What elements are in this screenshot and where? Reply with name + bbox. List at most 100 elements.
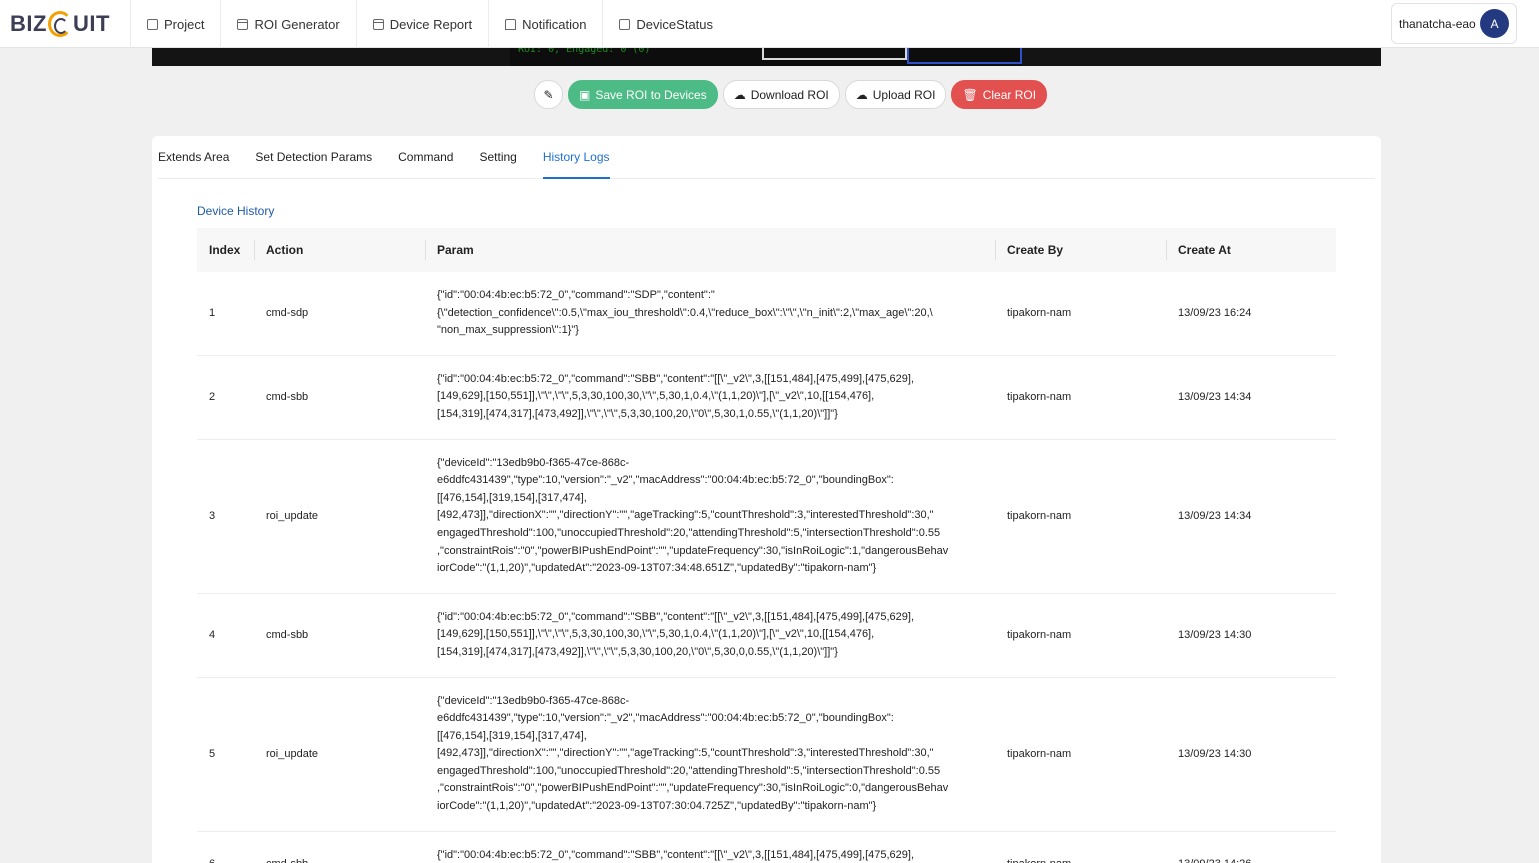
logo-text-suffix: UIT (72, 11, 110, 36)
roi-actions: ✎ ▣ Save ROI to Devices ☁ Download ROI ☁ Up… (534, 80, 1048, 109)
cell-create-by: tipakorn-nam (995, 677, 1166, 832)
bizcuit-logo[interactable]: BIZ UIT (0, 0, 131, 48)
upload-roi-label: Upload ROI (872, 87, 936, 102)
param-line: e6ddfc431439","type":10,"version":"_v2",… (437, 474, 894, 487)
folder-icon (147, 18, 158, 30)
save-roi-label: Save ROI to Devices (595, 87, 707, 102)
section-title: Device History (197, 204, 275, 218)
param-line: e6ddfc431439","type":10,"version":"_v2",… (437, 712, 894, 725)
param-line: [[476,154],[319,154],[317,474], (437, 491, 587, 504)
param-line: iorCode":"(1,1,20)","updatedAt":"2023-09… (437, 800, 877, 813)
cell-create-by: tipakorn-nam (995, 593, 1166, 678)
tab-history-logs[interactable]: History Logs (542, 136, 610, 179)
cell-index: 6 (197, 831, 254, 863)
nav-roi-generator[interactable]: ROI Generator (221, 0, 357, 48)
video-frame: ROI: 0, Engaged: 0 (0) (510, 44, 1022, 66)
table-row: 5 roi_update {"deviceId":"13edb9b0-f365-47… (197, 677, 1336, 832)
cell-action: cmd-sdp (254, 272, 425, 356)
param-line: {"deviceId":"13edb9b0-f365-47ce-868c- (437, 456, 630, 469)
column-header-create-at[interactable]: Create At (1166, 228, 1336, 272)
cell-create-by: tipakorn-nam (995, 439, 1166, 594)
user-name: thanatcha-eao (1399, 16, 1476, 31)
upload-roi-button[interactable]: ☁ Upload ROI (844, 80, 947, 109)
cell-action: cmd-sbb (254, 355, 425, 440)
clear-roi-button[interactable]: 🗑 Clear ROI (951, 80, 1048, 109)
download-roi-button[interactable]: ☁ Download ROI (722, 80, 840, 109)
column-header-param[interactable]: Param (425, 228, 995, 272)
bell-icon (505, 18, 517, 30)
column-header-index[interactable]: Index (197, 228, 254, 272)
param-line: {"deviceId":"13edb9b0-f365-47ce-868c- (437, 694, 630, 707)
clear-roi-label: Clear ROI (982, 87, 1037, 102)
cell-index: 3 (197, 439, 254, 594)
cell-param: {"id":"00:04:4b:ec:b5:72_0","command":"S… (425, 831, 995, 863)
table-body: 1 cmd-sdp {"id":"00:04:4b:ec:b5:72_0","com… (197, 272, 1336, 863)
cell-index: 2 (197, 355, 254, 440)
cell-create-by: tipakorn-nam (995, 831, 1166, 863)
nav-label: ROI Generator (254, 16, 340, 32)
cell-create-at: 13/09/23 16:24 (1166, 272, 1336, 356)
tab-set-detection-params[interactable]: Set Detection Params (255, 136, 372, 179)
cell-index: 1 (197, 272, 254, 356)
column-header-create-by[interactable]: Create By (995, 228, 1166, 272)
cell-action: cmd-sbb (254, 593, 425, 678)
param-line: [[476,154],[319,154],[317,474], (437, 729, 587, 742)
param-line: {"id":"00:04:4b:ec:b5:72_0","command":"S… (437, 848, 915, 861)
history-table: Index Action Param Create By Create At 1… (197, 228, 1336, 863)
video-preview: ROI: 0, Engaged: 0 (0) (152, 44, 1381, 66)
save-roi-button[interactable]: ▣ Save ROI to Devices (568, 80, 718, 109)
table-row: 4 cmd-sbb {"id":"00:04:4b:ec:b5:72_0","com… (197, 593, 1336, 678)
nav-notification[interactable]: Notification (489, 0, 604, 48)
nav-label: Device Report (389, 16, 473, 32)
param-line: iorCode":"(1,1,20)","updatedAt":"2023-09… (437, 562, 877, 575)
param-line: [149,629],[150,551]],\"\",\"\",5,3,30,10… (437, 390, 875, 403)
nav-label: Notification (522, 16, 587, 32)
nav-device-status[interactable]: DeviceStatus (603, 0, 729, 48)
cell-param: {"id":"00:04:4b:ec:b5:72_0","command":"S… (425, 593, 995, 678)
cell-create-at: 13/09/23 14:30 (1166, 593, 1336, 678)
tab-extends-area[interactable]: Extends Area (158, 136, 229, 179)
nav-label: DeviceStatus (636, 16, 714, 32)
cell-index: 4 (197, 593, 254, 678)
param-line: {"id":"00:04:4b:ec:b5:72_0","command":"S… (437, 372, 915, 385)
edit-button[interactable]: ✎ (534, 80, 563, 109)
roi-box-white (762, 48, 907, 60)
cell-action: cmd-sbb (254, 831, 425, 863)
cell-param: {"deviceId":"13edb9b0-f365-47ce-868c-e6d… (425, 677, 995, 832)
user-menu[interactable]: thanatcha-eao A (1391, 3, 1517, 44)
tab-command[interactable]: Command (398, 136, 453, 179)
nav-device-report[interactable]: Device Report (357, 0, 490, 48)
cell-param: {"id":"00:04:4b:ec:b5:72_0","command":"S… (425, 272, 995, 356)
param-line: ,"constraintRois":"0","powerBIPushEndPoi… (437, 782, 949, 795)
param-line: engagedThreshold":100,"unoccupiedThresho… (437, 526, 941, 539)
column-header-action[interactable]: Action (254, 228, 425, 272)
param-line: "non_max_suppression\":1}"} (437, 324, 579, 337)
table-header: Index Action Param Create By Create At (197, 228, 1336, 272)
cell-create-by: tipakorn-nam (995, 355, 1166, 440)
pencil-icon: ✎ (543, 87, 554, 102)
param-line: [149,629],[150,551]],\"\",\"\",5,3,30,10… (437, 628, 875, 641)
nav-label: Project (164, 16, 205, 32)
param-line: [492,473]],"directionX":"","directionY":… (437, 509, 934, 522)
table-row: 3 roi_update {"deviceId":"13edb9b0-f365-47… (197, 439, 1336, 594)
param-line: {"id":"00:04:4b:ec:b5:72_0","command":"S… (437, 289, 715, 301)
param-line: engagedThreshold":100,"unoccupiedThresho… (437, 764, 941, 777)
settings-panel: Extends Area Set Detection Params Comman… (152, 136, 1381, 863)
cell-create-at: 13/09/23 14:34 (1166, 439, 1336, 594)
trash-icon: 🗑 (962, 87, 978, 102)
nav-project[interactable]: Project (131, 0, 222, 48)
table-row: 6cmd-sbb {"id":"00:04:4b:ec:b5:72_0","com… (197, 831, 1336, 863)
cell-create-at: 13/09/23 14:34 (1166, 355, 1336, 440)
cloud-download-icon: ☁ (733, 87, 746, 102)
logo-c-mark (47, 11, 72, 37)
calendar-icon (237, 18, 249, 30)
table-row: 2 cmd-sbb {"id":"00:04:4b:ec:b5:72_0","com… (197, 355, 1336, 440)
param-line: ,"constraintRois":"0","powerBIPushEndPoi… (437, 544, 949, 557)
cell-action: roi_update (254, 677, 425, 832)
roi-box-blue (907, 48, 1022, 64)
cell-create-at: 13/09/23 14:26 (1166, 831, 1336, 863)
top-navbar: BIZ UIT Project ROI Generator Device Repo… (0, 0, 1539, 48)
tab-setting[interactable]: Setting (479, 136, 516, 179)
download-roi-label: Download ROI (750, 87, 829, 102)
cloud-upload-icon: ☁ (855, 87, 868, 102)
